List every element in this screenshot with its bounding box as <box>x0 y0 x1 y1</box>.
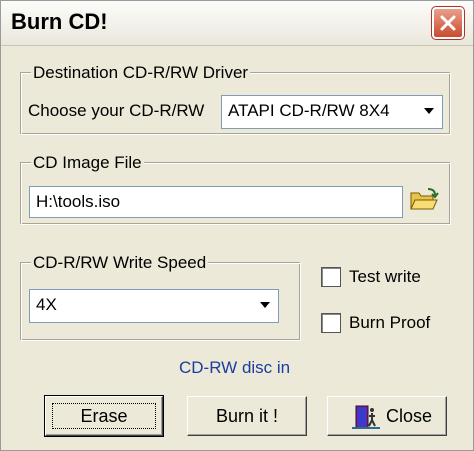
window-close-button[interactable] <box>431 6 465 40</box>
chevron-down-icon <box>424 108 434 114</box>
window-title: Burn CD! <box>11 9 108 34</box>
burn-button[interactable]: Burn it ! <box>187 396 307 436</box>
close-button-label: Close <box>386 406 433 426</box>
exit-door-icon <box>352 405 380 429</box>
write-speed-select[interactable]: 4X <box>29 289 279 323</box>
drive-select[interactable]: ATAPI CD-R/RW 8X4 <box>221 95 443 129</box>
write-speed-dropdown-button[interactable] <box>254 292 276 320</box>
image-file-group-label: CD Image File <box>31 153 144 173</box>
erase-button[interactable]: Erase <box>44 395 164 437</box>
burn-proof-checkbox[interactable] <box>321 313 341 333</box>
write-speed-group-label: CD-R/RW Write Speed <box>31 253 209 273</box>
image-path-input[interactable]: H:\tools.iso <box>29 186 403 218</box>
image-path-value: H:\tools.iso <box>36 192 121 211</box>
x-icon <box>440 15 456 31</box>
chevron-down-icon <box>260 302 270 308</box>
burn-proof-label[interactable]: Burn Proof <box>349 313 430 333</box>
write-speed-value: 4X <box>36 295 57 314</box>
disc-status-text: CD-RW disc in <box>179 358 291 377</box>
close-button[interactable]: Close <box>327 396 447 436</box>
burn-cd-dialog: Burn CD! Destination CD-R/RW Driver Choo… <box>0 0 474 451</box>
drive-select-value: ATAPI CD-R/RW 8X4 <box>228 101 390 120</box>
title-bar[interactable]: Burn CD! <box>1 1 473 46</box>
test-write-label[interactable]: Test write <box>349 267 421 287</box>
choose-drive-label: Choose your CD-R/RW <box>28 101 205 120</box>
test-write-checkbox[interactable] <box>321 267 341 287</box>
drive-dropdown-button[interactable] <box>418 98 440 126</box>
folder-open-icon <box>410 188 439 210</box>
browse-folder-button[interactable] <box>409 187 439 213</box>
focus-ring <box>52 403 156 429</box>
destination-group-label: Destination CD-R/RW Driver <box>31 63 251 83</box>
burn-button-label: Burn it ! <box>215 406 279 426</box>
